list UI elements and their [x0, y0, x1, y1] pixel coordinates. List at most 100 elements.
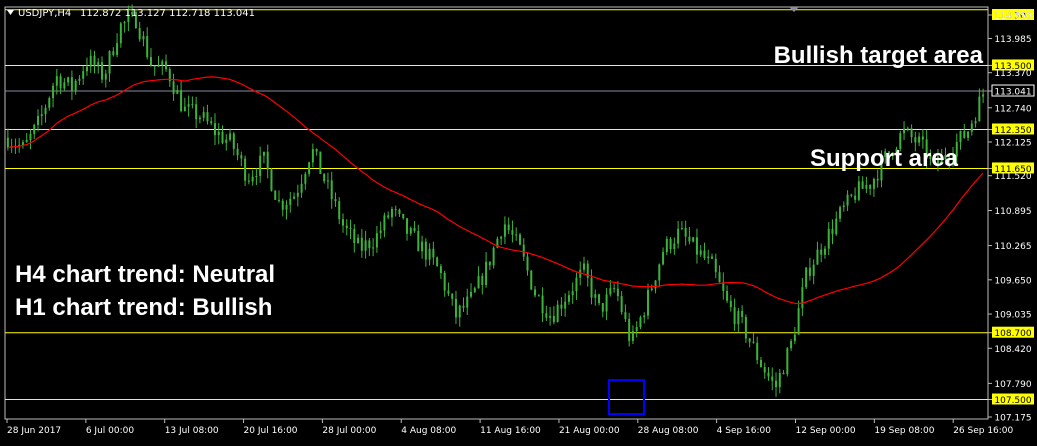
candle-body: [247, 180, 250, 182]
candle-body: [153, 65, 156, 67]
candle-body: [281, 200, 284, 210]
candle-body: [277, 199, 280, 201]
candle-body: [44, 107, 47, 115]
candle-body: [112, 51, 115, 56]
candle-body: [793, 334, 796, 342]
candle-body: [97, 62, 100, 67]
candle-body: [967, 131, 970, 138]
candle-body: [85, 66, 88, 72]
candle-body: [974, 121, 977, 124]
candle-body: [180, 90, 183, 112]
candle-body: [515, 234, 518, 236]
candle-body: [695, 237, 698, 255]
y-tick-label: 113.985: [994, 35, 1031, 45]
x-tick-label: 11 Aug 16:00: [480, 426, 541, 436]
candle-body: [714, 258, 717, 273]
candle-body: [711, 256, 714, 259]
candle-body: [161, 61, 164, 66]
candle-body: [387, 215, 390, 218]
y-tick-label: 112.350: [994, 126, 1031, 136]
candle-body: [67, 77, 70, 83]
candle-body: [575, 277, 578, 292]
candle-body: [556, 304, 559, 323]
candle-body: [383, 215, 386, 231]
candle-body: [982, 94, 985, 97]
chart-area[interactable]: 114.500 114.650 113.985 113.500 113.370 113.0…: [0, 0, 1037, 441]
y-tick-label: 112.125: [994, 139, 1031, 149]
candle-body: [628, 319, 631, 341]
candle-body: [662, 252, 665, 265]
candle-body: [812, 264, 815, 276]
x-tick-label: 19 Sep 08:00: [874, 426, 934, 436]
x-tick-label: 13 Jul 08:00: [165, 426, 219, 436]
candle-body: [406, 218, 409, 234]
candle-body: [759, 359, 762, 368]
candle-body: [669, 238, 672, 250]
price-chart[interactable]: 114.500114.650113.985113.500113.370113.0…: [0, 0, 1037, 441]
candle-body: [146, 36, 149, 58]
x-tick-label: 28 Jun 2017: [7, 426, 61, 436]
candle-body: [530, 270, 533, 290]
candle-body: [138, 28, 141, 40]
candle-body: [439, 266, 442, 274]
candle-body: [488, 261, 491, 266]
candle-body: [402, 213, 405, 219]
y-tick-label: 107.175: [994, 414, 1031, 424]
candle-body: [673, 243, 676, 250]
candle-body: [639, 317, 642, 328]
candle-body: [823, 248, 826, 255]
x-tick-label: 28 Aug 08:00: [638, 426, 699, 436]
candle-body: [590, 277, 593, 298]
candle-body: [609, 288, 612, 295]
candle-body: [195, 104, 198, 120]
candle-body: [210, 121, 213, 124]
candle-body: [244, 158, 247, 181]
candle-body: [677, 228, 680, 244]
candle-body: [658, 264, 661, 281]
candle-body: [970, 123, 973, 132]
support-area-label: Support area: [810, 145, 959, 172]
candle-body: [326, 180, 329, 182]
candle-body: [70, 77, 73, 91]
candle-body: [831, 228, 834, 235]
candle-body: [511, 230, 514, 235]
candle-body: [518, 234, 521, 245]
candle-body: [790, 341, 793, 349]
candle-body: [869, 184, 872, 189]
candle-body: [545, 313, 548, 318]
symbol-label: USDJPY,H4: [18, 8, 71, 19]
candle-body: [492, 247, 495, 266]
candle-body: [839, 207, 842, 219]
candle-body: [910, 128, 913, 138]
candle-body: [477, 275, 480, 289]
candle-body: [375, 233, 378, 248]
candle-body: [594, 294, 597, 298]
candle-body: [620, 296, 623, 313]
y-tick-label: 110.895: [994, 207, 1031, 217]
candle-body: [462, 305, 465, 308]
candle-body: [865, 184, 868, 189]
candle-body: [707, 256, 710, 259]
x-tick-label: 12 Sep 00:00: [796, 426, 856, 436]
candle-body: [921, 136, 924, 140]
candle-body: [48, 98, 51, 108]
candle-body: [202, 112, 205, 118]
candle-body: [21, 142, 24, 145]
candle-body: [775, 380, 778, 388]
candle-body: [37, 116, 40, 125]
candle-body: [473, 288, 476, 292]
y-tick-label: 110.265: [994, 242, 1031, 252]
candle-body: [357, 237, 360, 244]
candle-body: [526, 256, 529, 271]
x-tick-label: 4 Aug 08:00: [401, 426, 456, 436]
candle-body: [428, 248, 431, 260]
candle-body: [534, 289, 537, 296]
candle-body: [684, 227, 687, 237]
y-tick-label: 107.790: [994, 380, 1031, 390]
candle-body: [616, 288, 619, 297]
candle-body: [756, 342, 759, 360]
candle-body: [786, 348, 789, 375]
x-tick-label: 28 Jul 00:00: [322, 426, 376, 436]
y-tick-label: 113.041: [994, 88, 1031, 98]
candle-body: [447, 290, 450, 294]
